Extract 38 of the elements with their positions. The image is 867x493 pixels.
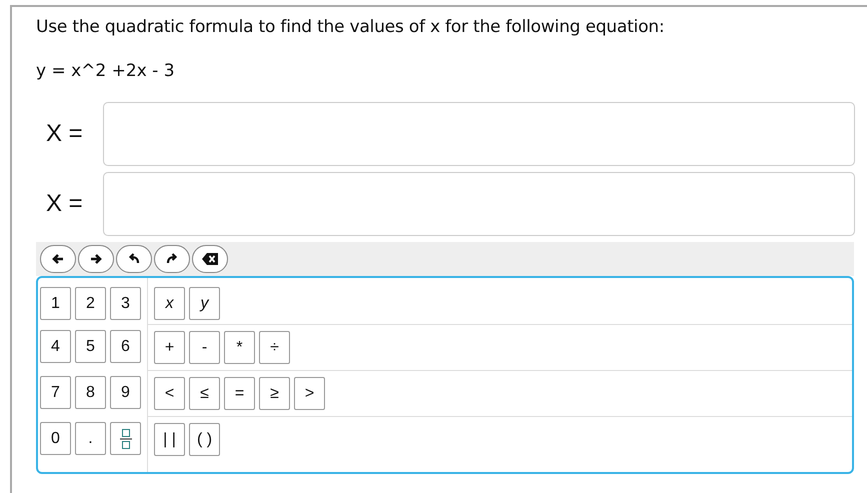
fraction-button[interactable] [110, 422, 141, 455]
answer-field[interactable] [103, 102, 855, 166]
key[interactable]: > [294, 377, 325, 410]
key[interactable]: * [224, 331, 255, 364]
key[interactable]: 4 [40, 330, 71, 363]
answer-label: X = [45, 190, 84, 218]
key[interactable]: 2 [75, 287, 106, 320]
key[interactable]: 1 [40, 287, 71, 320]
question-text: Use the quadratic formula to find the values of x for the following equation: [36, 16, 666, 39]
key[interactable]: ( ) [189, 423, 220, 456]
backspace-button[interactable] [192, 245, 228, 273]
fraction-icon [120, 428, 132, 450]
key[interactable]: 7 [40, 376, 71, 409]
key[interactable]: = [224, 377, 255, 410]
key[interactable]: < [154, 377, 185, 410]
key[interactable]: y [189, 287, 220, 320]
answer-field[interactable] [103, 172, 855, 236]
key[interactable]: 5 [75, 330, 106, 363]
key[interactable]: 8 [75, 376, 106, 409]
backspace-icon [201, 250, 219, 268]
key[interactable]: ≤ [189, 377, 220, 410]
redo-button[interactable] [154, 245, 190, 273]
key[interactable]: 6 [110, 330, 141, 363]
key[interactable]: | | [154, 423, 185, 456]
key[interactable]: 0 [40, 422, 71, 455]
key[interactable]: 9 [110, 376, 141, 409]
answer-label: X = [45, 120, 84, 148]
equation-text: y = x^2 +2x - 3 [36, 60, 176, 83]
undo-button[interactable] [116, 245, 152, 273]
key[interactable]: ÷ [259, 331, 290, 364]
left-arrow-button[interactable] [40, 245, 76, 273]
key[interactable]: 3 [110, 287, 141, 320]
key[interactable]: . [75, 422, 106, 455]
key[interactable]: + [154, 331, 185, 364]
key[interactable]: - [189, 331, 220, 364]
key[interactable]: x [154, 287, 185, 320]
key[interactable]: ≥ [259, 377, 290, 410]
right-arrow-button[interactable] [78, 245, 114, 273]
